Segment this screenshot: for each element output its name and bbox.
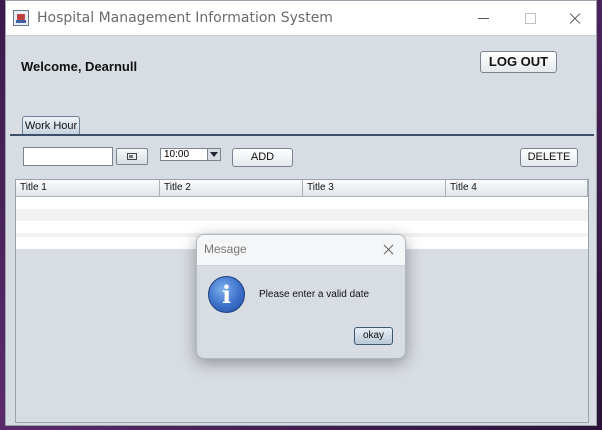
table-row[interactable] (16, 197, 588, 209)
logout-button[interactable]: LOG OUT (480, 51, 557, 73)
delete-button[interactable]: DELETE (520, 148, 578, 167)
dropdown-arrow-icon[interactable] (207, 149, 220, 160)
column-header[interactable]: Title 1 (16, 180, 160, 197)
calendar-icon (127, 153, 137, 160)
column-header[interactable]: Title 3 (303, 180, 446, 197)
main-window: Hospital Management Information System W… (5, 0, 597, 426)
tab-work-hour[interactable]: Work Hour (22, 116, 80, 135)
column-header[interactable]: Title 4 (446, 180, 588, 197)
column-header[interactable]: Title 2 (160, 180, 303, 197)
date-field[interactable] (23, 147, 113, 166)
table-row[interactable] (16, 209, 588, 221)
info-icon: i (208, 276, 245, 313)
time-selected-value: 10:00 (164, 149, 190, 160)
title-bar: Hospital Management Information System (6, 1, 596, 36)
calendar-button[interactable] (116, 148, 148, 165)
okay-button[interactable]: okay (354, 327, 393, 345)
message-dialog: Mesage i Please enter a valid date okay (196, 234, 406, 359)
minimize-button[interactable] (472, 7, 496, 29)
dialog-title: Mesage (204, 242, 247, 256)
maximize-button[interactable] (518, 7, 542, 29)
java-app-icon (13, 10, 29, 26)
dialog-close-icon[interactable] (381, 242, 397, 258)
dialog-title-bar: Mesage (197, 235, 405, 266)
dialog-message: Please enter a valid date (259, 289, 370, 300)
welcome-label: Welcome, Dearnull (21, 59, 138, 74)
tab-divider (10, 134, 594, 136)
close-window-button[interactable] (564, 7, 588, 29)
table-row[interactable] (16, 221, 588, 233)
table-header: Title 1 Title 2 Title 3 Title 4 (16, 180, 588, 197)
window-title: Hospital Management Information System (37, 10, 333, 26)
time-dropdown[interactable]: 10:00 (160, 148, 221, 161)
add-button[interactable]: ADD (232, 148, 293, 167)
